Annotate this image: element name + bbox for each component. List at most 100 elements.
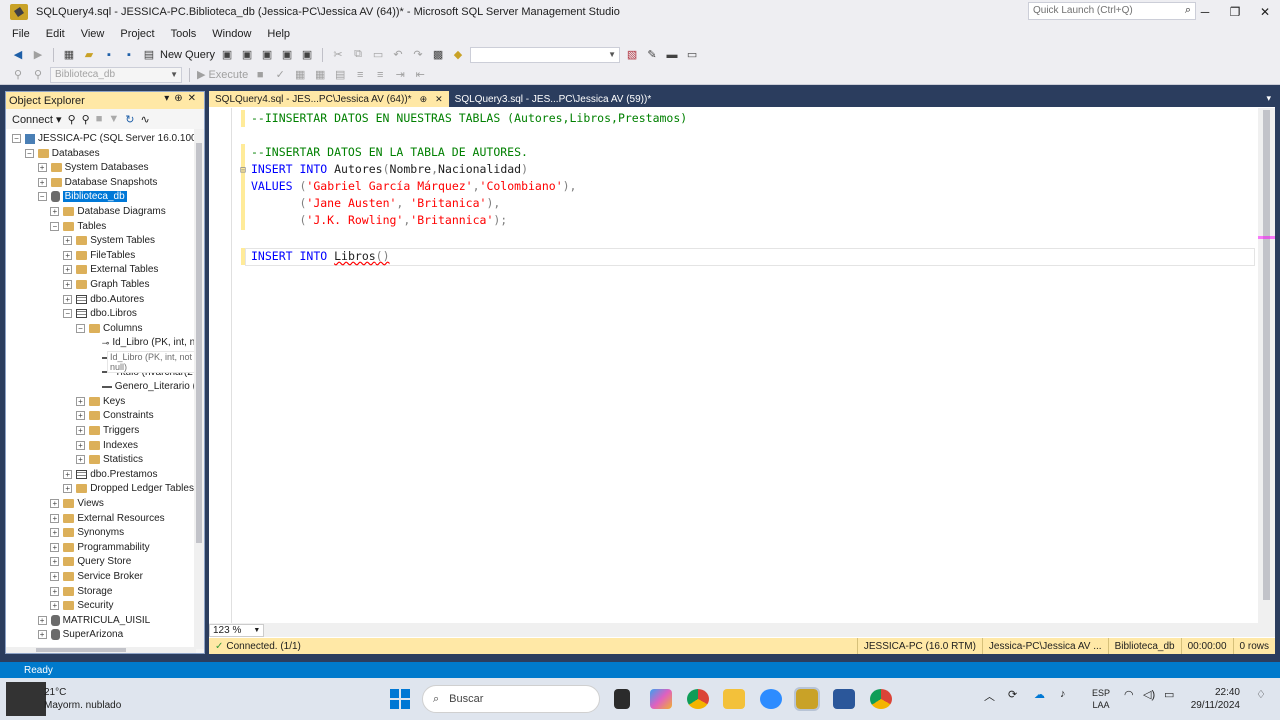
close-tab-icon[interactable]: ✕: [435, 94, 443, 105]
pin-icon[interactable]: ⊕: [420, 94, 428, 105]
expand-icon[interactable]: +: [63, 294, 73, 304]
chrome-profile-icon[interactable]: [870, 689, 892, 709]
menu-window[interactable]: Window: [204, 28, 259, 40]
tree-node[interactable]: + Statistics: [76, 452, 143, 467]
tree-node[interactable]: + Keys: [76, 394, 125, 409]
window-layout-icon[interactable]: ▭: [684, 48, 700, 62]
collapse-icon[interactable]: −: [12, 134, 21, 143]
expand-icon[interactable]: +: [63, 484, 73, 494]
zoom-icon[interactable]: [760, 689, 782, 709]
close-icon[interactable]: ✕: [188, 93, 201, 104]
collapse-icon[interactable]: −: [63, 309, 73, 319]
tree-node[interactable]: + Security: [50, 598, 114, 613]
task-view-icon[interactable]: [614, 689, 630, 709]
xmla-query-icon[interactable]: ▣: [279, 48, 295, 62]
available-databases-combo[interactable]: Biblioteca_db ▼: [50, 66, 182, 83]
close-button[interactable]: ✕: [1250, 0, 1280, 24]
ssms-taskbar-icon[interactable]: [794, 687, 820, 711]
uncomment-icon[interactable]: ≡: [372, 68, 388, 82]
display-plan-icon[interactable]: ▦: [292, 68, 308, 82]
new-query-button[interactable]: ▤ New Query: [141, 48, 215, 62]
expand-icon[interactable]: +: [50, 513, 60, 523]
collapse-icon[interactable]: −: [24, 148, 34, 158]
expand-icon[interactable]: +: [63, 265, 73, 275]
new-project-icon[interactable]: ▦: [61, 48, 77, 62]
tree-node[interactable]: − Columns: [76, 321, 142, 336]
tree-node[interactable]: + Synonyms: [50, 525, 124, 540]
tree-node[interactable]: + Programmability: [50, 540, 150, 555]
expand-icon[interactable]: +: [63, 469, 73, 479]
tree-node[interactable]: ⊸ Id_Libro (PK, int, n: [89, 335, 194, 350]
code-editor[interactable]: ⊟ --IINSERTAR DATOS EN NUESTRAS TABLAS (…: [209, 108, 1275, 623]
copy-icon[interactable]: ⧉: [350, 48, 366, 62]
taskbar-clock[interactable]: 22:40 29/11/2024: [1191, 686, 1240, 712]
tree-node[interactable]: − JESSICA-PC (SQL Server 16.0.1000.6: [12, 131, 194, 146]
tree-vertical-scrollbar[interactable]: [194, 129, 204, 649]
redo-icon[interactable]: ↷: [410, 48, 426, 62]
tree-node[interactable]: + dbo.Autores: [63, 292, 144, 307]
tree-node[interactable]: − Tables: [50, 219, 106, 234]
chevron-up-icon[interactable]: ︿: [984, 688, 995, 704]
collapse-icon[interactable]: −: [37, 192, 47, 202]
stop-icon[interactable]: ■: [96, 113, 103, 125]
notification-icon[interactable]: ♢: [1256, 688, 1266, 701]
parse-icon[interactable]: ✓: [272, 68, 288, 82]
tree-node[interactable]: + SuperArizona: [37, 627, 123, 642]
dmx-query-icon[interactable]: ▣: [259, 48, 275, 62]
tree-horizontal-scrollbar[interactable]: [6, 647, 196, 653]
tree-node[interactable]: − Databases: [24, 146, 100, 161]
db-engine-query-icon[interactable]: ▣: [219, 48, 235, 62]
disconnect-icon[interactable]: ⚲: [82, 113, 90, 126]
menu-view[interactable]: View: [73, 28, 113, 40]
tree-node[interactable]: + Storage: [50, 584, 112, 599]
tree-node[interactable]: + Constraints: [76, 408, 154, 423]
tree-node[interactable]: + External Tables: [63, 262, 158, 277]
weather-icon[interactable]: [6, 682, 46, 716]
tree-node[interactable]: + Indexes: [76, 438, 138, 453]
expand-icon[interactable]: +: [76, 426, 85, 435]
expand-icon[interactable]: +: [63, 236, 73, 246]
tree-node[interactable]: − dbo.Libros: [63, 306, 137, 321]
solution-config-icon[interactable]: ◆: [450, 48, 466, 62]
save-all-icon[interactable]: ▪: [121, 48, 137, 62]
menu-tools[interactable]: Tools: [163, 28, 205, 40]
stop-icon[interactable]: ■: [252, 68, 268, 82]
expand-icon[interactable]: +: [76, 396, 85, 406]
wrench-icon[interactable]: ✎: [644, 48, 660, 62]
tree-node[interactable]: + MATRICULA_UISIL: [37, 613, 150, 628]
volume-icon[interactable]: ◁): [1143, 688, 1155, 701]
expand-icon[interactable]: +: [76, 455, 85, 465]
sync-icon[interactable]: ⟳: [1008, 688, 1017, 701]
chrome-icon[interactable]: [687, 689, 709, 709]
menu-help[interactable]: Help: [259, 28, 298, 40]
word-icon[interactable]: [833, 689, 855, 709]
expand-icon[interactable]: +: [37, 177, 47, 187]
expand-icon[interactable]: +: [76, 440, 85, 450]
menu-file[interactable]: File: [4, 28, 38, 40]
filter-icon[interactable]: ▼: [108, 113, 119, 125]
pin-icon[interactable]: ⊕: [174, 93, 187, 104]
collapse-icon[interactable]: −: [76, 323, 85, 333]
wifi-icon[interactable]: ◠: [1124, 688, 1134, 701]
refresh-icon[interactable]: ↻: [125, 113, 134, 126]
language-indicator[interactable]: ESP LAA: [1092, 687, 1110, 711]
undo-icon[interactable]: ↶: [390, 48, 406, 62]
tree-node[interactable]: + Dropped Ledger Tables: [63, 481, 194, 496]
connect-button[interactable]: Connect ▾: [12, 113, 62, 126]
editor-vertical-scrollbar[interactable]: [1258, 108, 1275, 623]
mdx-query-icon[interactable]: ▣: [239, 48, 255, 62]
expand-icon[interactable]: +: [50, 499, 60, 508]
activity-icon[interactable]: ∿: [140, 113, 149, 126]
expand-icon[interactable]: +: [37, 163, 47, 173]
execute-button[interactable]: ▶ Execute: [197, 68, 248, 82]
properties-icon[interactable]: ▧: [624, 48, 640, 62]
expand-icon[interactable]: +: [50, 557, 60, 567]
expand-icon[interactable]: +: [50, 572, 60, 581]
tree-node[interactable]: + Database Snapshots: [37, 175, 157, 190]
outdent-icon[interactable]: ⇤: [412, 68, 428, 82]
tab-sqlquery4[interactable]: SQLQuery4.sql - JES...PC\Jessica AV (64)…: [209, 91, 449, 107]
copilot-icon[interactable]: [650, 689, 672, 709]
comment-icon[interactable]: ≡: [352, 68, 368, 82]
expand-icon[interactable]: +: [63, 280, 73, 289]
tab-list-dropdown-icon[interactable]: ▾: [1266, 93, 1271, 104]
